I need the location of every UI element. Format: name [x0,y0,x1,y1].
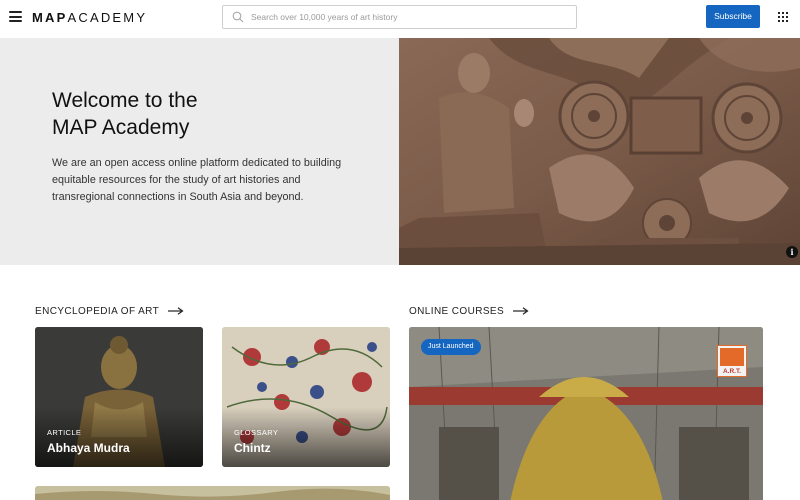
just-launched-badge: Just Launched [421,339,481,355]
subscribe-button[interactable]: Subscribe [706,5,760,28]
site-header: MAPACADEMY Subscribe [0,0,800,38]
card-title: Abhaya Mudra [47,441,130,455]
card-chintz[interactable]: GLOSSARY Chintz [222,327,390,467]
arrow-right-icon [168,307,184,316]
card-abhaya-mudra[interactable]: ARTICLE Abhaya Mudra [35,327,203,467]
painting-image [35,486,390,500]
card-partial-next[interactable] [35,486,390,500]
hero-section: Welcome to the MAP Academy We are an ope… [0,38,800,265]
course-logo: A.R.T. [717,345,747,377]
encyclopedia-heading-link[interactable]: ENCYCLOPEDIA OF ART [35,306,184,317]
search-icon [232,11,244,23]
site-logo[interactable]: MAPACADEMY [32,10,147,25]
search-bar[interactable] [222,5,577,29]
courses-heading: ONLINE COURSES [409,306,505,317]
hamburger-menu-icon[interactable] [9,11,22,22]
course-card[interactable]: Just Launched A.R.T. [409,327,763,500]
card-type-label: ARTICLE [47,428,82,437]
courses-heading-link[interactable]: ONLINE COURSES [409,306,529,317]
arrow-right-icon [513,307,529,316]
encyclopedia-heading: ENCYCLOPEDIA OF ART [35,306,159,317]
hero-description: We are an open access online platform de… [52,157,342,203]
image-info-icon[interactable]: i [786,246,798,258]
hero-relief-image [399,38,800,265]
card-title: Chintz [234,441,271,455]
search-input[interactable] [251,9,571,25]
apps-grid-icon[interactable] [778,12,788,22]
hero-title: Welcome to the MAP Academy [52,89,198,139]
card-type-label: GLOSSARY [234,428,279,437]
